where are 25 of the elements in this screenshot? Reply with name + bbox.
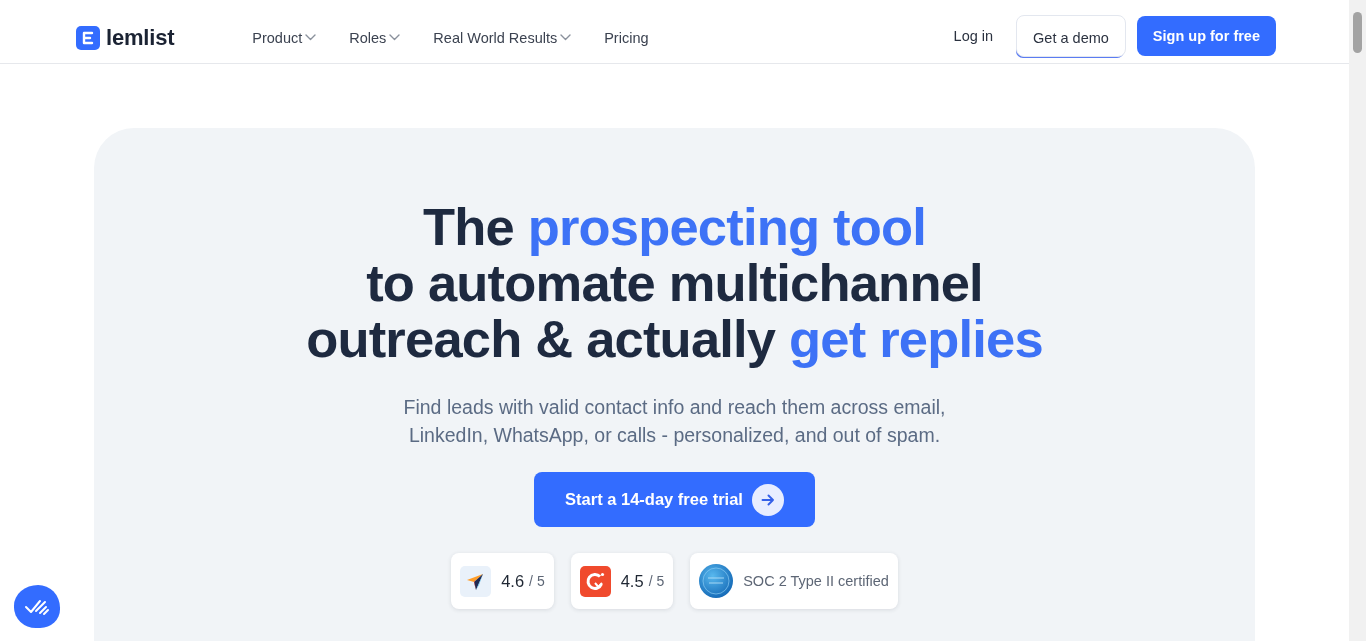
chat-widget-button[interactable]: [14, 585, 60, 628]
nav-menu-item[interactable]: Product: [252, 29, 317, 46]
demo-button[interactable]: Get a demo: [1016, 14, 1126, 57]
checkmark-icon: [24, 597, 50, 616]
nav-menu-item[interactable]: Roles: [349, 29, 401, 46]
logo-tile-icon: [579, 565, 611, 597]
nav-menu-item[interactable]: Pricing: [604, 29, 649, 46]
nav-menu-item[interactable]: Real World Results: [433, 29, 572, 46]
login-link[interactable]: Log in: [953, 27, 1006, 44]
hero-subtitle: Find leads with valid contact info and reach them across email, LinkedIn, WhatsApp, or calls - personalized, and out of spam.: [403, 395, 946, 448]
seal-icon: [699, 564, 734, 598]
scrollbar[interactable]: [1349, 0, 1366, 641]
rating-score: 4.6: [501, 571, 525, 591]
scrollbar-thumb[interactable]: [1353, 12, 1362, 53]
rating-score: 4.5: [620, 571, 644, 591]
rating-scale: / 5: [648, 573, 665, 589]
hero-headline: The prospecting tool to automate multichannel outreach & actually get replies: [306, 199, 1043, 367]
logo-wordmark: lemlist: [106, 24, 175, 51]
rating-scale: / 5: [529, 573, 545, 589]
arrow-right-icon: [751, 483, 784, 516]
logo-icon: [76, 25, 100, 50]
arrow-pointer-icon: [460, 565, 492, 597]
certification-label: SOC 2 Type II certified: [743, 573, 889, 589]
free-trial-button[interactable]: Start a 14-day free trial: [534, 472, 815, 527]
signup-button[interactable]: Sign up for free: [1136, 15, 1276, 56]
